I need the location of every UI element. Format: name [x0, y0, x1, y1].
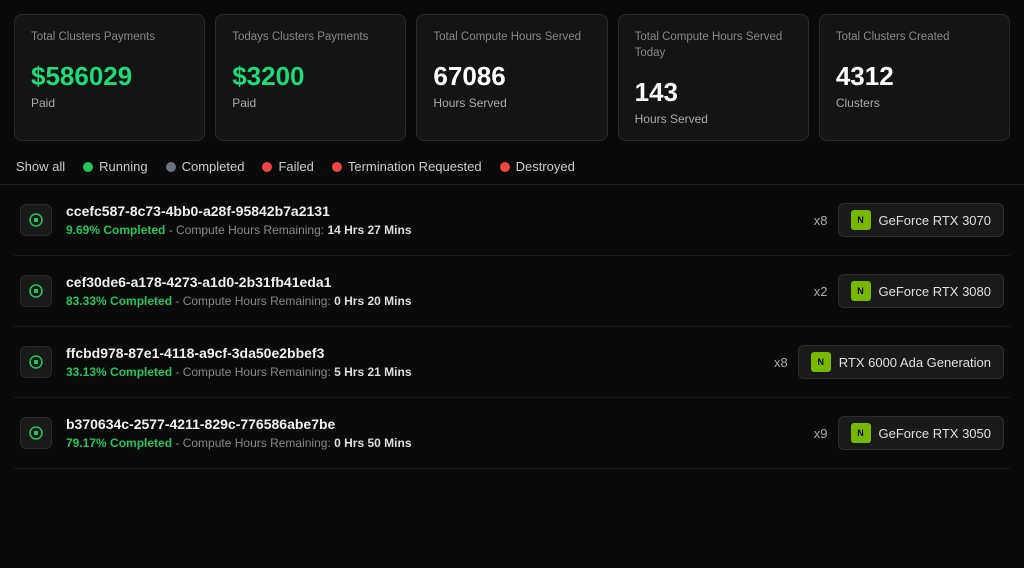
stat-title-4: Total Clusters Created	[836, 29, 993, 45]
cluster-id-0: ccefc587-8c73-4bb0-a28f-95842b7a2131	[66, 203, 412, 219]
filter-item-failed[interactable]: Failed	[262, 159, 313, 174]
filter-row: Show all Running Completed Failed Terminati…	[0, 151, 1024, 185]
filter-item-termination-requested[interactable]: Termination Requested	[332, 159, 482, 174]
filter-label-1: Completed	[182, 159, 245, 174]
cluster-info-3: b370634c-2577-4211-829c-776586abe7be 79.1…	[66, 416, 412, 450]
filter-label-2: Failed	[278, 159, 313, 174]
stat-title-3: Total Compute Hours Served Today	[635, 29, 792, 61]
stat-card-1: Todays Clusters Payments $3200 Paid	[215, 14, 406, 141]
filter-label-3: Termination Requested	[348, 159, 482, 174]
filter-item-running[interactable]: Running	[83, 159, 147, 174]
cluster-info-1: cef30de6-a178-4273-a1d0-2b31fb41eda1 83.3…	[66, 274, 412, 308]
filter-label-4: Destroyed	[516, 159, 575, 174]
cluster-pct-1: 83.33% Completed	[66, 294, 172, 308]
cluster-icon-2[interactable]	[20, 346, 52, 378]
cluster-icon-1[interactable]	[20, 275, 52, 307]
cluster-gpu-badge-2[interactable]: N RTX 6000 Ada Generation	[798, 345, 1004, 379]
filter-item-destroyed[interactable]: Destroyed	[500, 159, 575, 174]
cluster-hours-1: 0 Hrs 20 Mins	[334, 294, 411, 308]
filter-item-completed[interactable]: Completed	[166, 159, 245, 174]
filter-dot-0	[83, 162, 93, 172]
filter-dot-2	[262, 162, 272, 172]
stat-value-0: $586029	[31, 61, 188, 92]
cluster-list: ccefc587-8c73-4bb0-a28f-95842b7a2131 9.69…	[0, 185, 1024, 469]
cluster-pct-3: 79.17% Completed	[66, 436, 172, 450]
stat-value-1: $3200	[232, 61, 389, 92]
cluster-right-2: x8 N RTX 6000 Ada Generation	[774, 345, 1004, 379]
filter-label-0: Running	[99, 159, 147, 174]
cluster-row: b370634c-2577-4211-829c-776586abe7be 79.1…	[14, 398, 1010, 469]
cluster-gpu-badge-1[interactable]: N GeForce RTX 3080	[838, 274, 1004, 308]
cluster-id-1: cef30de6-a178-4273-a1d0-2b31fb41eda1	[66, 274, 412, 290]
stat-value-4: 4312	[836, 61, 993, 92]
stat-sub-3: Hours Served	[635, 112, 792, 126]
filter-dot-4	[500, 162, 510, 172]
cluster-right-0: x8 N GeForce RTX 3070	[814, 203, 1004, 237]
stat-sub-1: Paid	[232, 96, 389, 110]
stat-sub-2: Hours Served	[433, 96, 590, 110]
show-all-filter[interactable]: Show all	[16, 159, 65, 174]
cluster-row: cef30de6-a178-4273-a1d0-2b31fb41eda1 83.3…	[14, 256, 1010, 327]
stat-title-0: Total Clusters Payments	[31, 29, 188, 45]
cluster-gpu-count-3: x9	[814, 426, 828, 441]
cluster-row: ffcbd978-87e1-4118-a9cf-3da50e2bbef3 33.1…	[14, 327, 1010, 398]
filter-dot-1	[166, 162, 176, 172]
stats-row: Total Clusters Payments$586029PaidTodays…	[0, 0, 1024, 151]
cluster-meta-1: 83.33% Completed - Compute Hours Remaini…	[66, 294, 412, 308]
stat-title-1: Todays Clusters Payments	[232, 29, 389, 45]
cluster-gpu-count-2: x8	[774, 355, 788, 370]
nvidia-icon-3: N	[851, 423, 871, 443]
cluster-row: ccefc587-8c73-4bb0-a28f-95842b7a2131 9.69…	[14, 185, 1010, 256]
cluster-right-1: x2 N GeForce RTX 3080	[814, 274, 1004, 308]
cluster-hours-0: 14 Hrs 27 Mins	[327, 223, 411, 237]
cluster-left-3: b370634c-2577-4211-829c-776586abe7be 79.1…	[20, 416, 412, 450]
stat-sub-0: Paid	[31, 96, 188, 110]
nvidia-icon-0: N	[851, 210, 871, 230]
cluster-meta-2: 33.13% Completed - Compute Hours Remaini…	[66, 365, 412, 379]
stat-card-2: Total Compute Hours Served 67086 Hours Ser…	[416, 14, 607, 141]
cluster-left-2: ffcbd978-87e1-4118-a9cf-3da50e2bbef3 33.1…	[20, 345, 412, 379]
cluster-meta-3: 79.17% Completed - Compute Hours Remaini…	[66, 436, 412, 450]
cluster-gpu-name-0: GeForce RTX 3070	[879, 213, 991, 228]
cluster-hours-2: 5 Hrs 21 Mins	[334, 365, 411, 379]
cluster-gpu-count-0: x8	[814, 213, 828, 228]
cluster-id-2: ffcbd978-87e1-4118-a9cf-3da50e2bbef3	[66, 345, 412, 361]
filter-dot-3	[332, 162, 342, 172]
cluster-pct-2: 33.13% Completed	[66, 365, 172, 379]
cluster-pct-0: 9.69% Completed	[66, 223, 165, 237]
cluster-gpu-name-1: GeForce RTX 3080	[879, 284, 991, 299]
cluster-gpu-name-2: RTX 6000 Ada Generation	[839, 355, 991, 370]
cluster-id-3: b370634c-2577-4211-829c-776586abe7be	[66, 416, 412, 432]
cluster-info-2: ffcbd978-87e1-4118-a9cf-3da50e2bbef3 33.1…	[66, 345, 412, 379]
cluster-gpu-name-3: GeForce RTX 3050	[879, 426, 991, 441]
cluster-hours-3: 0 Hrs 50 Mins	[334, 436, 411, 450]
stat-card-0: Total Clusters Payments $586029 Paid	[14, 14, 205, 141]
stat-title-2: Total Compute Hours Served	[433, 29, 590, 45]
cluster-icon-3[interactable]	[20, 417, 52, 449]
stat-sub-4: Clusters	[836, 96, 993, 110]
cluster-right-3: x9 N GeForce RTX 3050	[814, 416, 1004, 450]
cluster-icon-0[interactable]	[20, 204, 52, 236]
cluster-meta-0: 9.69% Completed - Compute Hours Remainin…	[66, 223, 412, 237]
nvidia-icon-1: N	[851, 281, 871, 301]
stat-card-3: Total Compute Hours Served Today 143 Hours…	[618, 14, 809, 141]
nvidia-icon-2: N	[811, 352, 831, 372]
cluster-gpu-badge-0[interactable]: N GeForce RTX 3070	[838, 203, 1004, 237]
cluster-gpu-count-1: x2	[814, 284, 828, 299]
cluster-left-0: ccefc587-8c73-4bb0-a28f-95842b7a2131 9.69…	[20, 203, 412, 237]
stat-value-2: 67086	[433, 61, 590, 92]
cluster-left-1: cef30de6-a178-4273-a1d0-2b31fb41eda1 83.3…	[20, 274, 412, 308]
stat-card-4: Total Clusters Created 4312 Clusters	[819, 14, 1010, 141]
cluster-gpu-badge-3[interactable]: N GeForce RTX 3050	[838, 416, 1004, 450]
stat-value-3: 143	[635, 77, 792, 108]
cluster-info-0: ccefc587-8c73-4bb0-a28f-95842b7a2131 9.69…	[66, 203, 412, 237]
